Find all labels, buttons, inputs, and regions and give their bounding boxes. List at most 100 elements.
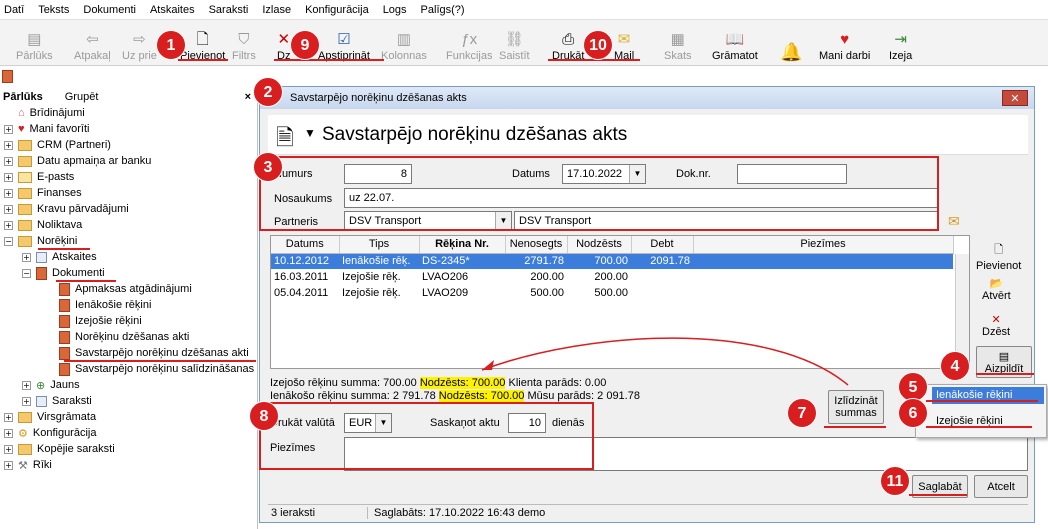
- report-icon: [36, 251, 47, 263]
- annotation-arrow: [481, 337, 849, 386]
- tab-grupet[interactable]: Grupēt: [65, 91, 99, 103]
- table-row[interactable]: 10.12.2012 Ienākošie rēķ. DS-2345* 2791.…: [271, 253, 953, 269]
- menu-konfiguracija[interactable]: Konfigurācija: [305, 4, 369, 16]
- expand-icon[interactable]: +: [22, 396, 31, 406]
- envelope-icon: ✉: [617, 31, 631, 48]
- expand-icon[interactable]: +: [4, 140, 13, 150]
- annotation-badge-4: 4: [940, 351, 970, 381]
- add-button[interactable]: 🗋 Pievienot: [180, 24, 225, 63]
- link-button[interactable]: ⛓ Saistīt: [499, 24, 530, 63]
- menu-atskaites[interactable]: Atskaites: [150, 4, 195, 16]
- grid-delete-button[interactable]: ✕ Dzēst: [982, 313, 1010, 338]
- tree-item-email[interactable]: + E-pasts: [4, 169, 74, 185]
- document-icon: [59, 298, 70, 312]
- my-tasks-button[interactable]: ♥ Mani darbi: [819, 24, 870, 63]
- tree-item-reminders[interactable]: Apmaksas atgādinājumi: [59, 281, 192, 297]
- col-tips[interactable]: Tips: [339, 236, 420, 254]
- expand-icon[interactable]: +: [4, 124, 13, 134]
- saved-status: Saglabāts: 17.10.2022 16:43 demo: [374, 506, 546, 519]
- tree-item-reports[interactable]: + Atskaites: [22, 249, 97, 265]
- tree-item-config[interactable]: + ⚙ Konfigurācija: [4, 425, 96, 441]
- menu-dati[interactable]: Datī: [4, 4, 24, 16]
- cancel-button[interactable]: Atcelt: [974, 475, 1028, 498]
- view-button[interactable]: ▦ Skats: [664, 24, 692, 63]
- expand-icon[interactable]: +: [4, 428, 13, 438]
- expand-icon[interactable]: +: [4, 204, 13, 214]
- tree-item-norekini[interactable]: − Norēķini: [4, 233, 77, 249]
- folder-icon: [18, 203, 32, 215]
- expand-icon[interactable]: +: [22, 380, 31, 390]
- post-button[interactable]: 📖 Grāmatot: [712, 24, 758, 63]
- delete-button[interactable]: ✕ Dz: [277, 24, 290, 63]
- tree-item-new[interactable]: + ⊕ Jauns: [22, 377, 80, 393]
- table-row[interactable]: 16.03.2011 Izejošie rēķ. LVAO206 200.00 …: [271, 269, 953, 285]
- notifications-button[interactable]: 🔔: [780, 24, 802, 62]
- menu-logs[interactable]: Logs: [383, 4, 407, 16]
- delete-icon: ✕: [991, 314, 1001, 326]
- tree-item-documents[interactable]: − Dokumenti: [22, 265, 105, 281]
- print-button[interactable]: ⎙ Drukāt: [552, 24, 584, 63]
- sidebar-header: Pārlūks Grupēt ×: [0, 88, 257, 105]
- expand-icon[interactable]: +: [4, 444, 13, 454]
- table-row[interactable]: 05.04.2011 Izejošie rēķ. LVAO209 500.00 …: [271, 285, 953, 301]
- tree-item-tools[interactable]: + ⚒ Rīki: [4, 457, 52, 473]
- dialog-close-button[interactable]: ✕: [1002, 90, 1028, 106]
- expand-icon[interactable]: +: [4, 460, 13, 470]
- menu-teksts[interactable]: Teksts: [38, 4, 69, 16]
- col-piezimes[interactable]: Piezīmes: [693, 236, 954, 254]
- col-nr[interactable]: Rēķina Nr.: [419, 236, 506, 254]
- expand-icon[interactable]: +: [4, 412, 13, 422]
- envelope-icon[interactable]: ✉: [948, 213, 960, 230]
- expand-icon[interactable]: +: [4, 156, 13, 166]
- tree-item-favorites[interactable]: + ♥ Mani favorīti: [4, 121, 89, 137]
- parluks-button[interactable]: ▤ Pārlūks: [16, 24, 53, 63]
- collapse-icon[interactable]: −: [4, 236, 13, 246]
- tree-item-reconciliation[interactable]: Savstarpējo norēķinu salīdzināšanas: [59, 361, 254, 377]
- annotation-badge-10: 10: [583, 30, 613, 60]
- chevron-down-icon[interactable]: ▼: [304, 126, 316, 140]
- col-datums[interactable]: Datums: [271, 236, 340, 254]
- document-tab-icon[interactable]: [2, 70, 13, 83]
- menu-paligs[interactable]: Palīgs(?): [421, 4, 465, 16]
- columns-button[interactable]: ▥ Kolonnas: [381, 24, 427, 63]
- expand-icon[interactable]: +: [4, 188, 13, 198]
- functions-button[interactable]: ƒx Funkcijas: [446, 24, 492, 63]
- menu-saraksti[interactable]: Saraksti: [209, 4, 249, 16]
- collapse-icon[interactable]: −: [22, 268, 31, 278]
- tree-item-ledger[interactable]: + Virsgrāmata: [4, 409, 96, 425]
- exit-door-icon: ⇥: [894, 31, 907, 48]
- col-debt[interactable]: Debt: [631, 236, 694, 254]
- grid-add-button[interactable]: 🗋 Pievienot: [976, 241, 1021, 272]
- sidebar-close-icon[interactable]: ×: [245, 91, 251, 103]
- tree-item-warehouse[interactable]: + Noliktava: [4, 217, 82, 233]
- tree-item-outgoing[interactable]: Izejošie rēķini: [59, 313, 142, 329]
- tree-item-finance[interactable]: + Finanses: [4, 185, 82, 201]
- menu-dokumenti[interactable]: Dokumenti: [83, 4, 136, 16]
- menu-izlase[interactable]: Izlase: [262, 4, 291, 16]
- tree-item-mutual-settlement[interactable]: Savstarpējo norēķinu dzēšanas akti: [59, 345, 249, 361]
- expand-icon[interactable]: +: [4, 172, 13, 182]
- tree-item-incoming[interactable]: Ienākošie rēķini: [59, 297, 151, 313]
- tree-item-bank[interactable]: + Datu apmaiņa ar banku: [4, 153, 151, 169]
- annotation-badge-7: 7: [787, 398, 817, 428]
- expand-icon[interactable]: +: [22, 252, 31, 262]
- tree-item-lists[interactable]: + Saraksti: [22, 393, 92, 409]
- approve-button[interactable]: ☑ Apstiprināt: [318, 24, 370, 63]
- mail-button[interactable]: ✉ Mail: [614, 24, 634, 63]
- forward-button[interactable]: ⇨ Uz prie: [122, 24, 157, 63]
- expand-icon[interactable]: +: [4, 220, 13, 230]
- tab-parluks[interactable]: Pārlūks: [3, 91, 43, 103]
- tree-item-crm[interactable]: + CRM (Partneri): [4, 137, 111, 153]
- col-nenosegts[interactable]: Nenosegts: [505, 236, 568, 254]
- balance-sums-button[interactable]: Izlīdzināt summas: [828, 390, 884, 424]
- tree-item-bridinajumi[interactable]: ⌂ Brīdinājumi: [18, 105, 85, 121]
- tree-item-cargo[interactable]: + Kravu pārvadājumi: [4, 201, 129, 217]
- grid-open-button[interactable]: 📂 Atvērt: [982, 277, 1011, 302]
- tree-item-shared-lists[interactable]: + Kopējie saraksti: [4, 441, 115, 457]
- exit-button[interactable]: ⇥ Izeja: [889, 24, 912, 63]
- tree-item-settlement[interactable]: Norēķinu dzēšanas akti: [59, 329, 189, 345]
- back-button[interactable]: ⇦ Atpakaļ: [74, 24, 111, 63]
- filter-button[interactable]: ⛉ Filtrs: [232, 24, 256, 63]
- folder-open-icon: [18, 235, 32, 247]
- col-nodzests[interactable]: Nodzēsts: [567, 236, 632, 254]
